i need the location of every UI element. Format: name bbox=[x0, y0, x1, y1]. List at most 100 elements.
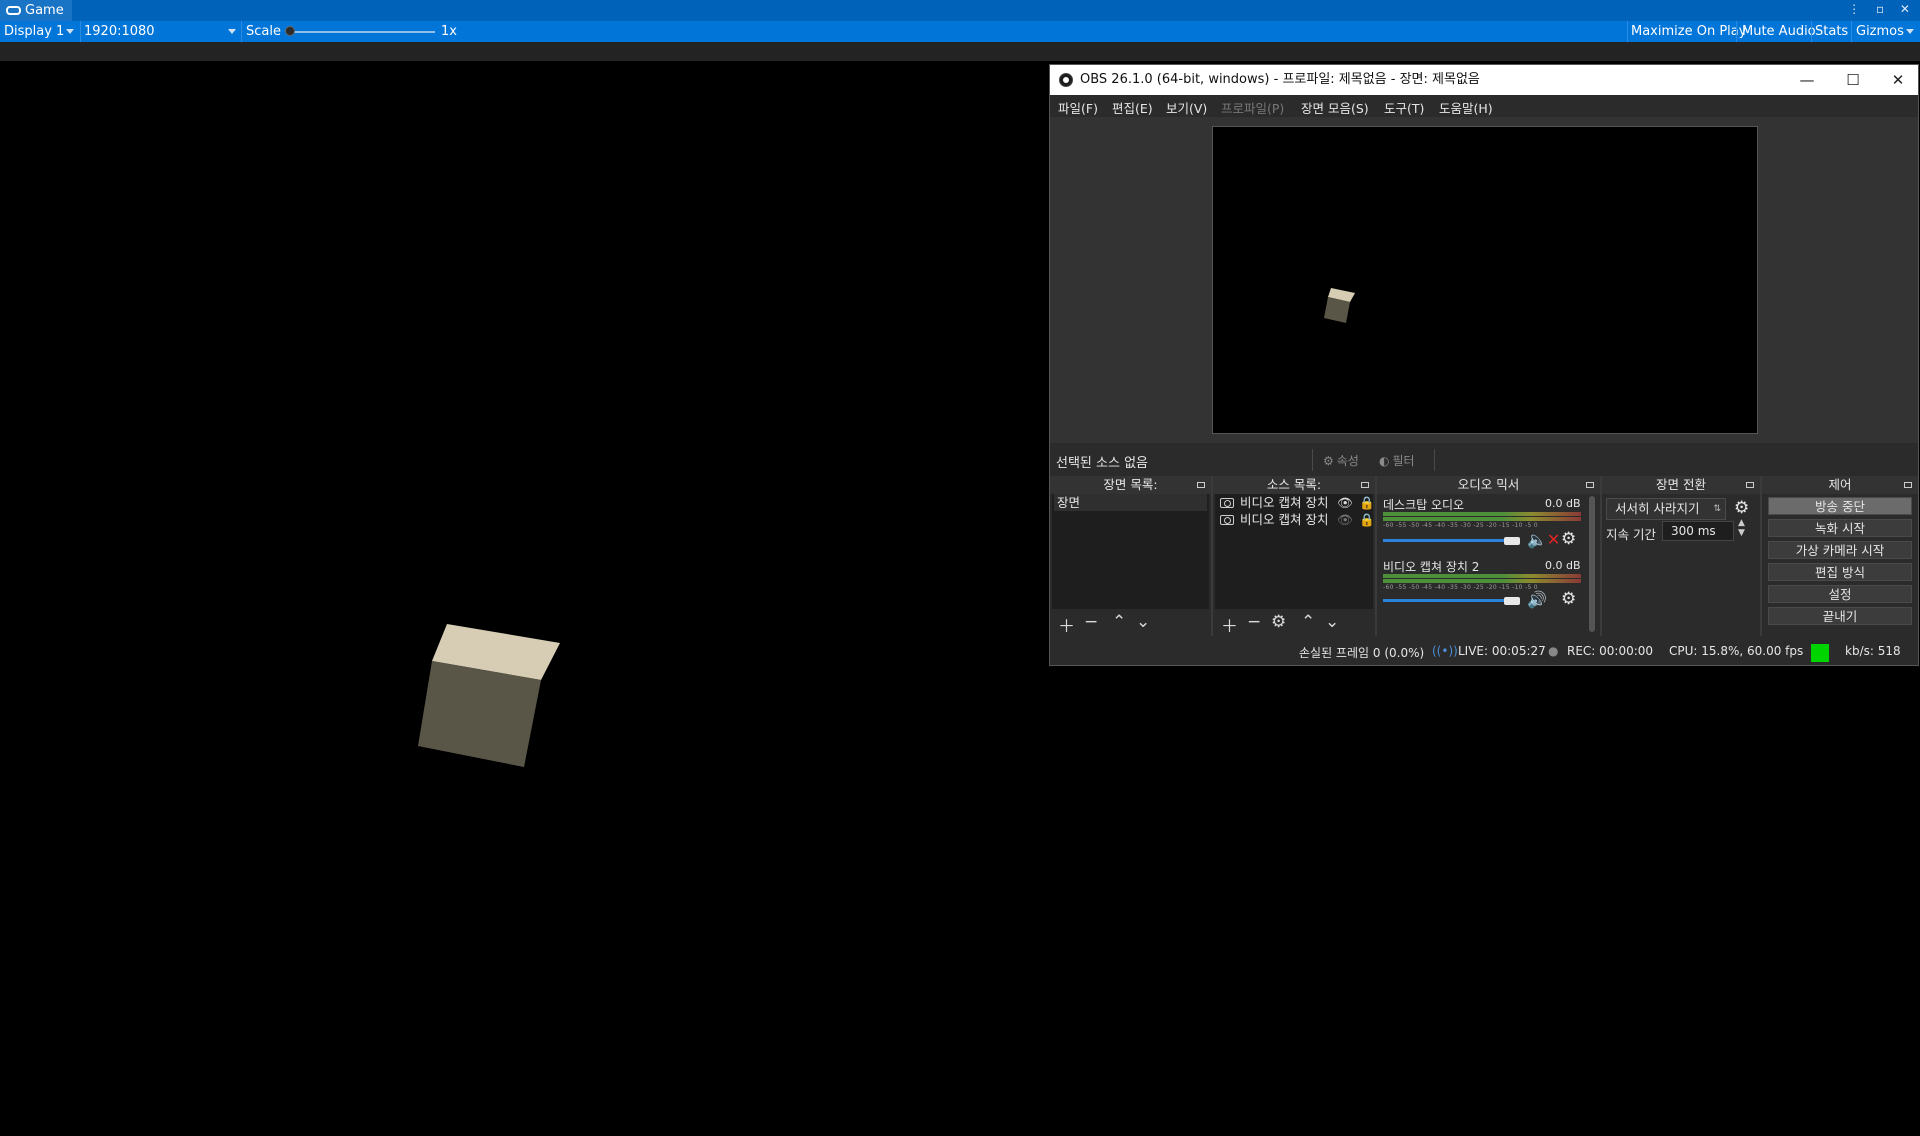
scene-transitions-dock: 장면 전환 서서히 사라지기 ⇅ ⚙ 지속 기간 300 ms ▲ ▼ bbox=[1602, 476, 1760, 636]
game-tab[interactable]: Game bbox=[0, 0, 72, 21]
move-up-icon[interactable]: ⌃ bbox=[1112, 612, 1126, 632]
mixer-dock-title: 오디오 믹서 bbox=[1457, 477, 1520, 492]
transition-select[interactable]: 서서히 사라지기 ⇅ bbox=[1606, 498, 1726, 520]
eye-icon[interactable]: 👁 bbox=[1337, 494, 1353, 511]
move-down-icon[interactable]: ⌄ bbox=[1325, 612, 1339, 632]
volume-fader-handle[interactable] bbox=[1504, 597, 1520, 605]
chevron-down-icon bbox=[66, 29, 74, 34]
undock-icon[interactable] bbox=[1197, 482, 1205, 488]
spinner-icon[interactable]: ▲ ▼ bbox=[1738, 518, 1745, 538]
transitions-dock-header: 장면 전환 bbox=[1602, 476, 1760, 494]
gear-icon[interactable]: ⚙ bbox=[1561, 589, 1576, 609]
gizmos-toggle[interactable]: Gizmos bbox=[1856, 21, 1904, 42]
display-dropdown[interactable]: Display 1 bbox=[4, 21, 64, 42]
game-view-top-strip bbox=[0, 42, 1920, 61]
obs-window-title: OBS 26.1.0 (64-bit, windows) - 프로파일: 제목없… bbox=[1080, 72, 1480, 87]
menu-scene-collection[interactable]: 장면 모음(S) bbox=[1301, 98, 1369, 117]
scale-value: 1x bbox=[441, 24, 457, 39]
stats-toggle[interactable]: Stats bbox=[1815, 21, 1848, 42]
scenes-list: 장면 ＋ − ⌃ ⌄ bbox=[1052, 494, 1209, 637]
divider bbox=[1312, 449, 1313, 471]
sources-dock-header: 소스 목록: bbox=[1213, 476, 1375, 494]
properties-button[interactable]: ⚙ 속성 bbox=[1323, 452, 1359, 469]
settings-button[interactable]: 설정 bbox=[1768, 585, 1912, 603]
studio-mode-button[interactable]: 편집 방식 bbox=[1768, 563, 1912, 581]
scale-slider-handle[interactable] bbox=[285, 26, 295, 36]
gear-icon[interactable]: ⚙ bbox=[1734, 498, 1749, 518]
menu-edit[interactable]: 편집(E) bbox=[1112, 98, 1153, 117]
start-virtual-camera-button[interactable]: 가상 카메라 시작 bbox=[1768, 541, 1912, 559]
resolution-label: 1920:1080 bbox=[84, 24, 155, 39]
mixer-channels: 데스크탑 오디오 0.0 dB -60 -55 -50 -45 -40 -35 … bbox=[1379, 494, 1598, 636]
exit-button[interactable]: 끝내기 bbox=[1768, 607, 1912, 625]
obs-preview-canvas[interactable] bbox=[1212, 126, 1758, 434]
eye-hidden-icon[interactable]: 👁 bbox=[1337, 511, 1353, 528]
volume-fader[interactable] bbox=[1383, 539, 1513, 542]
mixer-dock-header: 오디오 믹서 bbox=[1377, 476, 1600, 494]
volume-fader-handle[interactable] bbox=[1504, 537, 1520, 545]
volume-meter bbox=[1383, 517, 1581, 521]
gear-icon[interactable]: ⚙ bbox=[1271, 612, 1286, 632]
obs-logo-icon bbox=[1059, 73, 1073, 87]
mixer-channel-name: 비디오 캡쳐 장치 2 bbox=[1383, 560, 1480, 574]
menu-view[interactable]: 보기(V) bbox=[1166, 98, 1207, 117]
scale-slider[interactable] bbox=[290, 31, 435, 33]
undock-icon[interactable] bbox=[1746, 482, 1754, 488]
properties-label: 속성 bbox=[1336, 454, 1359, 468]
duration-input[interactable]: 300 ms bbox=[1662, 521, 1734, 541]
chevron-down-icon bbox=[1906, 29, 1914, 34]
game-tab-label: Game bbox=[25, 2, 64, 18]
menu-help[interactable]: 도움말(H) bbox=[1439, 98, 1493, 117]
source-toolbar: 선택된 소스 없음 ⚙ 속성 ◐ 필터 bbox=[1050, 443, 1918, 476]
transition-select-value: 서서히 사라지기 bbox=[1615, 501, 1700, 516]
lock-icon[interactable]: 🔒 bbox=[1359, 511, 1375, 528]
start-recording-button[interactable]: 녹화 시작 bbox=[1768, 519, 1912, 537]
menu-tools[interactable]: 도구(T) bbox=[1384, 98, 1424, 117]
obs-status-bar: 손실된 프레임 0 (0.0%) ((•)) LIVE: 00:05:27 ● … bbox=[1050, 636, 1918, 665]
remove-icon[interactable]: − bbox=[1084, 612, 1098, 632]
minimize-button[interactable]: — bbox=[1784, 65, 1830, 95]
menu-profile[interactable]: 프로파일(P) bbox=[1221, 98, 1284, 117]
maximize-on-play-toggle[interactable]: Maximize On Play bbox=[1631, 21, 1746, 42]
resolution-dropdown[interactable]: 1920:1080 bbox=[84, 21, 155, 42]
remove-icon[interactable]: − bbox=[1247, 612, 1261, 632]
filters-label: 필터 bbox=[1392, 454, 1415, 468]
obs-window: OBS 26.1.0 (64-bit, windows) - 프로파일: 제목없… bbox=[1049, 64, 1919, 666]
lock-icon[interactable]: 🔒 bbox=[1359, 494, 1375, 511]
add-icon[interactable]: ＋ bbox=[1058, 612, 1075, 637]
source-item[interactable]: 비디오 캡쳐 장치 👁 🔒 bbox=[1217, 511, 1375, 528]
undock-icon[interactable] bbox=[1904, 482, 1912, 488]
divider bbox=[241, 21, 242, 42]
stop-streaming-button[interactable]: 방송 중단 bbox=[1768, 497, 1912, 515]
unity-window-controls[interactable]: ⋮ ▫ ✕ bbox=[1848, 2, 1916, 16]
maximize-button[interactable]: ☐ bbox=[1830, 65, 1876, 95]
unity-tab-bar: Game ⋮ ▫ ✕ bbox=[0, 0, 1920, 21]
close-button[interactable]: ✕ bbox=[1875, 65, 1920, 95]
move-up-icon[interactable]: ⌃ bbox=[1301, 612, 1315, 632]
volume-meter bbox=[1383, 579, 1581, 583]
mute-audio-toggle[interactable]: Mute Audio bbox=[1742, 21, 1816, 42]
filters-button[interactable]: ◐ 필터 bbox=[1379, 452, 1415, 469]
menu-file[interactable]: 파일(F) bbox=[1058, 98, 1098, 117]
volume-fader[interactable] bbox=[1383, 599, 1513, 602]
gear-icon: ⚙ bbox=[1323, 453, 1334, 468]
meter-scale: -60 -55 -50 -45 -40 -35 -30 -25 -20 -15 … bbox=[1383, 584, 1538, 591]
scene-item[interactable]: 장면 bbox=[1054, 494, 1207, 511]
updown-icon: ⇅ bbox=[1713, 504, 1721, 514]
undock-icon[interactable] bbox=[1586, 482, 1594, 488]
divider bbox=[80, 21, 81, 42]
obs-menu-bar: 파일(F) 편집(E) 보기(V) 프로파일(P) 장면 모음(S) 도구(T)… bbox=[1050, 95, 1918, 117]
speaker-icon[interactable]: 🔊 bbox=[1527, 590, 1547, 609]
undock-icon[interactable] bbox=[1361, 482, 1369, 488]
gear-icon[interactable]: ⚙ bbox=[1561, 529, 1576, 549]
move-down-icon[interactable]: ⌄ bbox=[1136, 612, 1150, 632]
controls-dock-header: 제어 bbox=[1762, 476, 1918, 494]
speaker-muted-icon[interactable]: 🔈✕ bbox=[1527, 530, 1560, 549]
rec-time: REC: 00:00:00 bbox=[1567, 644, 1654, 658]
add-icon[interactable]: ＋ bbox=[1221, 612, 1238, 637]
source-item[interactable]: 비디오 캡쳐 장치 👁 🔒 bbox=[1217, 494, 1375, 511]
controls-body: 방송 중단 녹화 시작 가상 카메라 시작 편집 방식 설정 끝내기 bbox=[1764, 494, 1916, 636]
mixer-scrollbar[interactable] bbox=[1589, 496, 1595, 632]
live-broadcast-icon: ((•)) bbox=[1432, 644, 1458, 658]
game-view-toolbar: Display 1 1920:1080 Scale 1x Maximize On… bbox=[0, 21, 1920, 42]
